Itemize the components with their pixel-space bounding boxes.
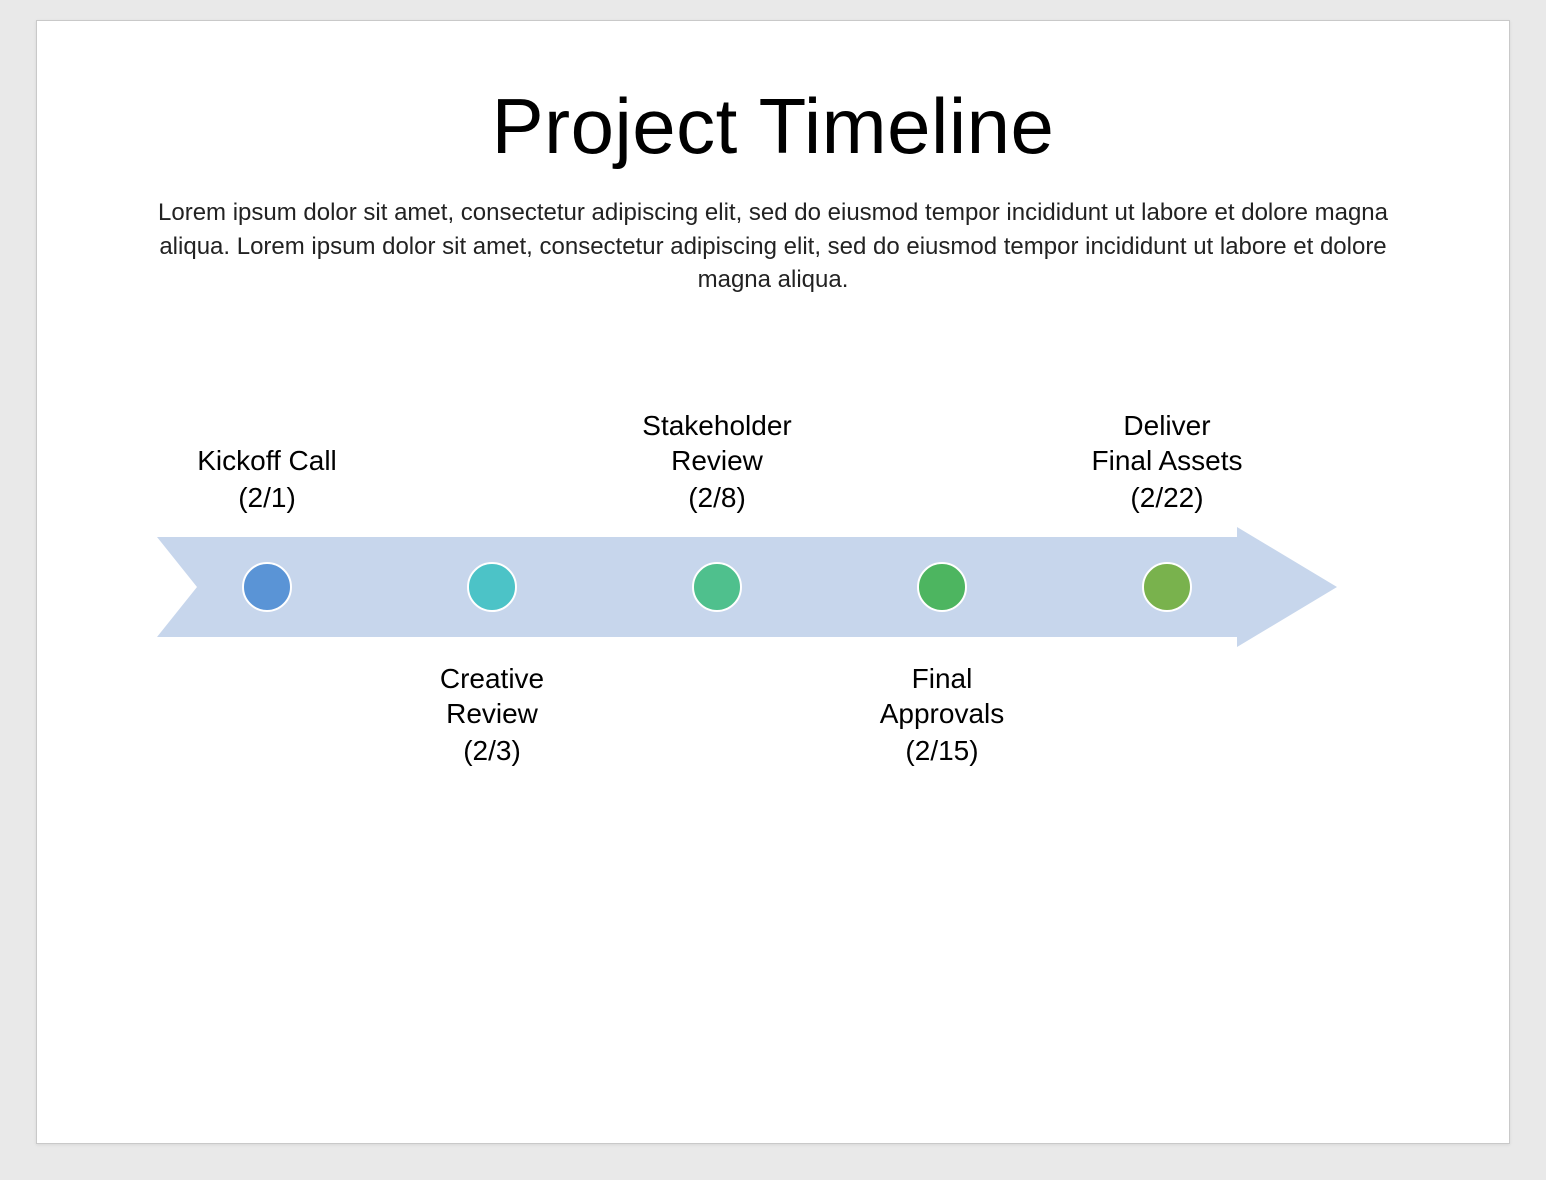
slide-subtitle[interactable]: Lorem ipsum dolor sit amet, consectetur … (133, 196, 1413, 297)
milestone-dot[interactable] (467, 562, 517, 612)
milestone-date: (2/15) (827, 733, 1057, 768)
milestone-label: Final Approvals (827, 661, 1057, 731)
milestone-dot[interactable] (242, 562, 292, 612)
milestone-date: (2/1) (152, 480, 382, 515)
milestone[interactable]: Final Approvals(2/15) (827, 661, 1057, 768)
milestone[interactable]: Creative Review(2/3) (377, 661, 607, 768)
milestone-label: Stakeholder Review (602, 408, 832, 478)
milestone-date: (2/22) (1052, 480, 1282, 515)
milestone[interactable]: Kickoff Call(2/1) (152, 443, 382, 515)
milestone-label: Deliver Final Assets (1052, 408, 1282, 478)
milestone[interactable]: Deliver Final Assets(2/22) (1052, 408, 1282, 515)
slide-title[interactable]: Project Timeline (117, 81, 1429, 172)
milestone-date: (2/8) (602, 480, 832, 515)
milestone-container: Kickoff Call(2/1)Creative Review(2/3)Sta… (157, 387, 1389, 747)
milestone-label: Kickoff Call (152, 443, 382, 478)
milestone-date: (2/3) (377, 733, 607, 768)
milestone-label: Creative Review (377, 661, 607, 731)
timeline[interactable]: Kickoff Call(2/1)Creative Review(2/3)Sta… (157, 387, 1389, 747)
milestone[interactable]: Stakeholder Review(2/8) (602, 408, 832, 515)
editor-canvas: Project Timeline Lorem ipsum dolor sit a… (0, 0, 1546, 1180)
slide[interactable]: Project Timeline Lorem ipsum dolor sit a… (36, 20, 1510, 1144)
milestone-dot[interactable] (1142, 562, 1192, 612)
milestone-dot[interactable] (917, 562, 967, 612)
milestone-dot[interactable] (692, 562, 742, 612)
